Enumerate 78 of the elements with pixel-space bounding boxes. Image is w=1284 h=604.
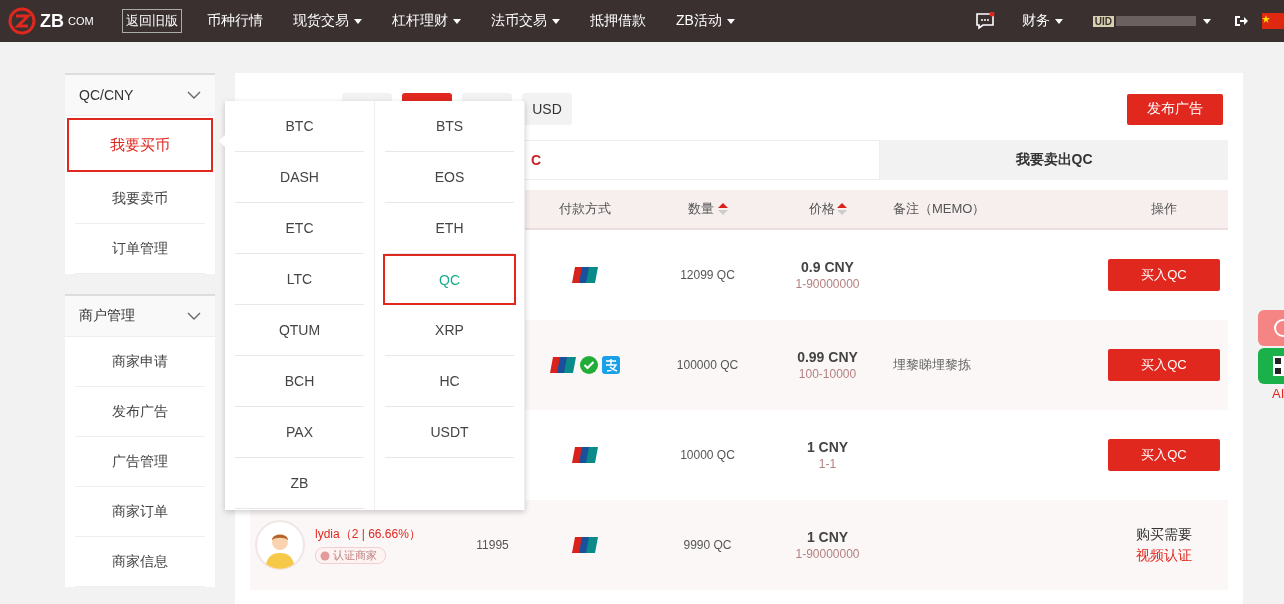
coin-option[interactable]: ETH [385, 203, 514, 254]
caret-icon[interactable] [453, 18, 461, 24]
nav-menu-item[interactable]: 现货交易 [278, 12, 377, 30]
coin-option[interactable]: QTUM [235, 305, 364, 356]
buy-button[interactable]: 买入QC [1108, 349, 1220, 381]
sidebar-item[interactable]: 商家申请 [75, 337, 205, 387]
price: 0.99 CNY [797, 349, 858, 365]
column-header: 操作 [1151, 200, 1177, 218]
memo: 埋黎睇埋黎拣 [893, 356, 971, 374]
sort-icon[interactable] [717, 202, 728, 216]
coin-option[interactable]: PAX [235, 407, 364, 458]
coin-option[interactable]: XRP [385, 305, 514, 356]
nav-menu-item[interactable]: ZB活动 [661, 12, 750, 30]
sidebar-item[interactable]: 我要卖币 [75, 174, 205, 224]
sort-icon[interactable] [836, 202, 847, 216]
nav-menu-item[interactable]: 抵押借款 [575, 12, 661, 30]
quantity: 12099 QC [680, 268, 735, 282]
price: 1 CNY [806, 439, 849, 455]
limit-range: 1-90000000 [795, 277, 860, 291]
trade-count: 11995 [476, 538, 509, 552]
logout-icon[interactable] [1234, 14, 1248, 28]
verified-badge: 认证商家 [315, 547, 386, 564]
nav-menu-item[interactable]: 杠杆理财 [377, 12, 476, 30]
chevron-icon[interactable] [187, 312, 201, 320]
chevron-icon[interactable] [187, 91, 201, 99]
message-icon[interactable] [974, 12, 995, 30]
limit-range: 1-90000000 [795, 547, 860, 561]
quantity: 9990 QC [683, 538, 732, 552]
coin-option[interactable]: BTS [385, 101, 514, 152]
trade-tab[interactable]: 我要卖出QC [880, 140, 1228, 180]
coin-option[interactable]: BTC [235, 101, 364, 152]
coin-option[interactable]: BCH [235, 356, 364, 407]
coin-option[interactable]: EOS [385, 152, 514, 203]
sidebar-item[interactable]: 订单管理 [75, 224, 205, 274]
coin-option[interactable]: ETC [235, 203, 364, 254]
quantity: 10000 QC [680, 448, 735, 462]
notice-text: 购买需要 [1136, 525, 1192, 544]
coin-option[interactable]: USDT [385, 407, 514, 458]
sidebar-item[interactable]: 发布广告 [75, 387, 205, 437]
logo-suffix: COM [68, 15, 94, 27]
finance-menu[interactable]: 财务 [1006, 12, 1078, 30]
quantity: 100000 QC [676, 358, 739, 372]
limit-range: 1-1 [818, 457, 837, 471]
column-header: 备注（MEMO） [893, 200, 986, 218]
price: 0.9 CNY [801, 259, 854, 275]
logo-icon [8, 7, 36, 35]
sidebar-item[interactable]: 商家信息 [75, 537, 205, 587]
coin-option[interactable]: LTC [235, 254, 364, 305]
sidebar-group-header[interactable]: 商户管理 [65, 296, 215, 337]
coin-option[interactable]: HC [385, 356, 514, 407]
column-header: 价格 [808, 200, 835, 218]
limit-range: 100-10000 [798, 367, 857, 381]
buy-button[interactable]: 买入QC [1108, 439, 1220, 471]
column-header: 付款方式 [559, 200, 611, 218]
float-label: AI [1271, 386, 1284, 401]
video-verify-link[interactable]: 视频认证 [1136, 546, 1192, 565]
nav-menu-item[interactable]: 法币交易 [476, 12, 575, 30]
buy-button[interactable]: 买入QC [1108, 259, 1220, 291]
caret-icon[interactable] [354, 18, 362, 24]
sidebar-item[interactable]: 广告管理 [75, 437, 205, 487]
merchant-name[interactable]: lydia（2 | 66.66%） [315, 526, 421, 543]
coin-option[interactable]: ZB [235, 458, 364, 509]
currency-tab[interactable]: USD [522, 93, 572, 125]
user-menu[interactable]: UID [1077, 15, 1226, 27]
caret-icon[interactable] [552, 18, 560, 24]
flag-icon[interactable] [1262, 13, 1284, 29]
price: 1 CNY [806, 529, 849, 545]
coin-option[interactable]: DASH [235, 152, 364, 203]
logo-text: ZB [40, 10, 64, 32]
sidebar-group-header[interactable]: QC/CNY [65, 75, 215, 116]
avatar-icon [255, 520, 305, 570]
column-header: 数量 [687, 200, 714, 218]
nav-menu-item[interactable]: 币种行情 [192, 12, 278, 30]
old-version-link[interactable]: 返回旧版 [122, 9, 182, 33]
sidebar-item[interactable]: 商家订单 [75, 487, 205, 537]
caret-icon[interactable] [726, 18, 735, 24]
publish-ad-button[interactable]: 发布广告 [1127, 93, 1223, 125]
sidebar-item[interactable]: 我要买币 [67, 118, 213, 172]
